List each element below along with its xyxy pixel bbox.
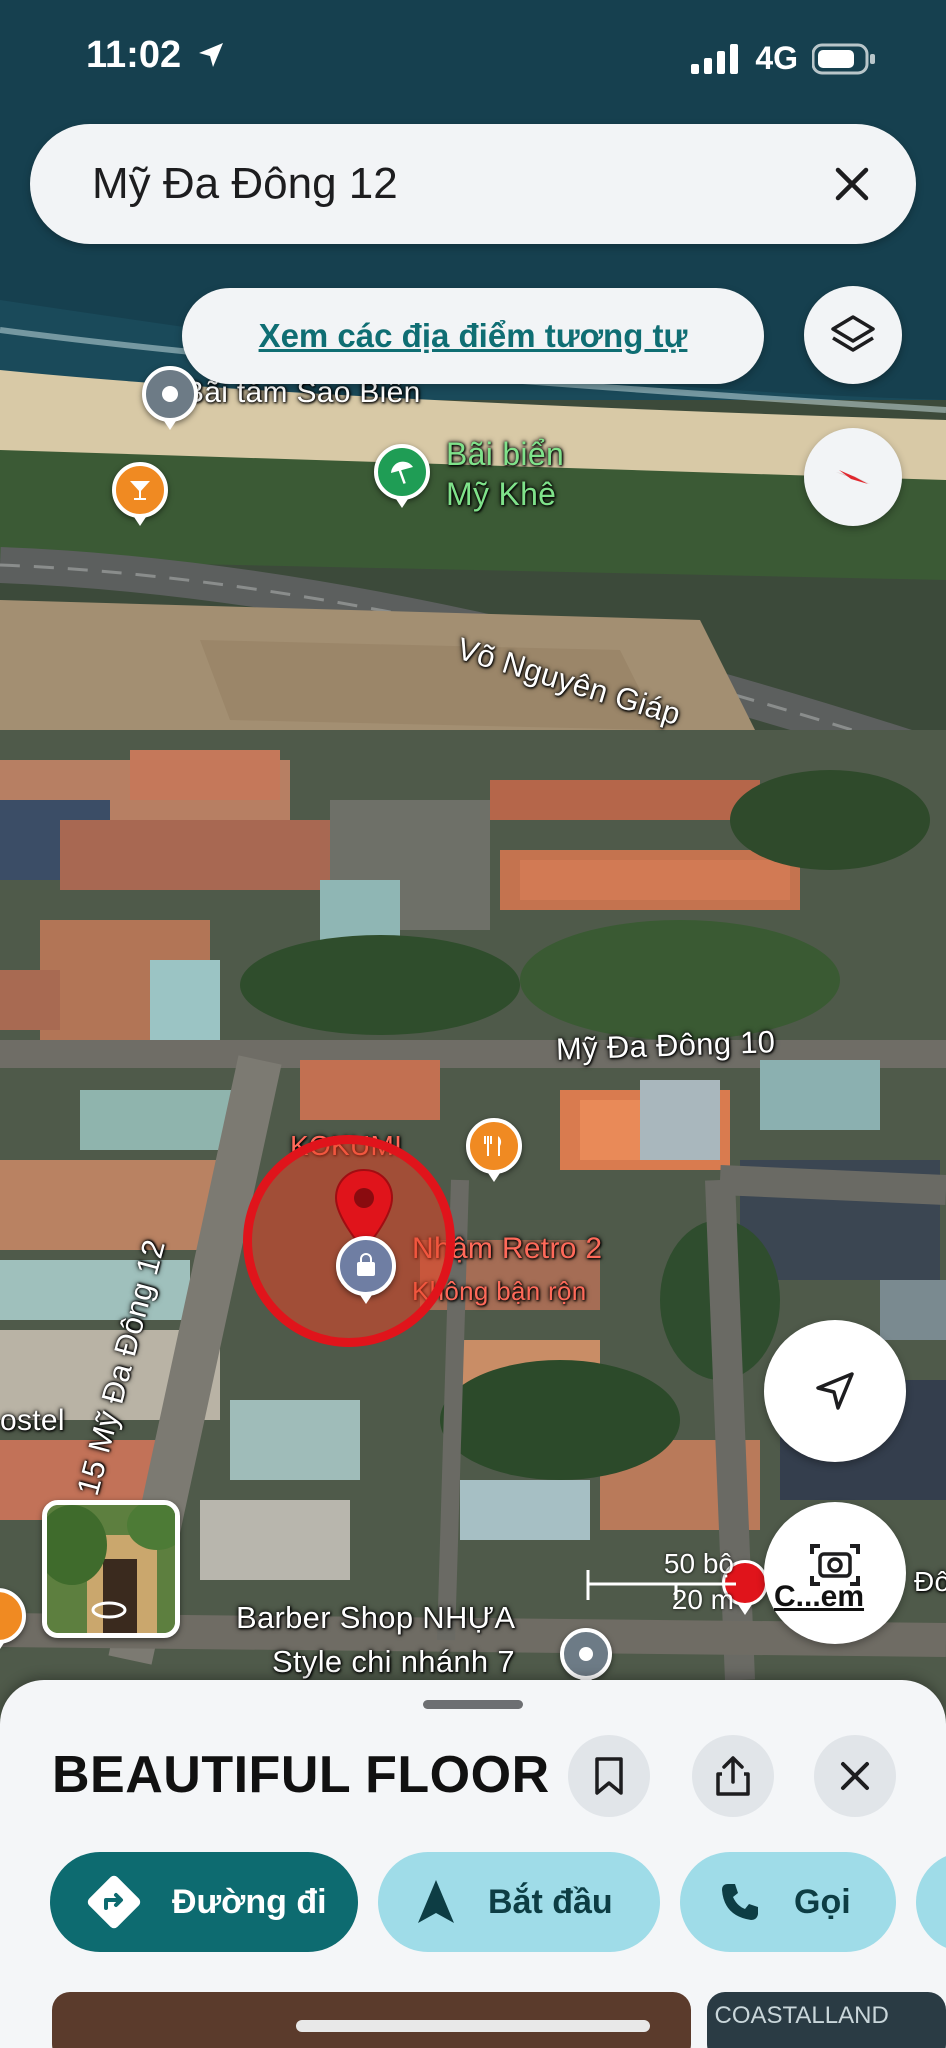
camera-search-label: C...em [774,1580,865,1613]
home-indicator[interactable] [296,2020,650,2032]
bookmark-icon [595,1757,623,1795]
share-button[interactable] [692,1735,774,1817]
call-label: Gọi [794,1882,851,1921]
close-sheet-button[interactable] [814,1735,896,1817]
clear-search-button[interactable] [822,154,882,214]
layers-button[interactable] [804,286,902,384]
more-actions-button[interactable] [916,1852,946,1952]
restaurant-pin-icon[interactable] [466,1118,522,1174]
map-label-barber-line2[interactable]: Style chi nhánh 7 [272,1644,515,1680]
bar-pin-icon[interactable] [112,462,168,518]
compass-icon [836,470,870,484]
share-icon [716,1756,750,1796]
camera-search-button[interactable]: C...em [764,1502,906,1644]
save-button[interactable] [568,1735,650,1817]
similar-places-label: Xem các địa điểm tương tự [258,317,688,354]
place-title: BEAUTIFUL FLOOR [52,1746,550,1804]
search-bar[interactable]: Mỹ Đa Đông 12 [30,124,916,244]
barber-pin-icon[interactable] [560,1628,612,1680]
map-label-don[interactable]: Đôn [914,1566,946,1598]
status-time-text: 11:02 [86,34,182,76]
navigation-arrow-icon [816,1372,854,1410]
navigation-start-icon [418,1880,454,1923]
road-label-my-da-dong-10: Mỹ Đa Đông 10 [555,1024,776,1067]
call-button[interactable]: Gọi [680,1852,896,1952]
start-label: Bắt đầu [488,1882,613,1921]
phone-icon [722,1884,758,1920]
compass-button[interactable] [804,428,902,526]
beach-umbrella-pin-icon[interactable] [374,444,430,500]
shopping-bag-pin-icon[interactable] [336,1236,396,1296]
place-photo-watermarked[interactable]: COASTALLAND [706,1992,946,2048]
map-label-bai-bien-line2: Mỹ Khê [446,476,557,512]
map-label-barber-line1[interactable]: Barber Shop NHỰA [236,1600,515,1636]
signal-icon [691,43,739,74]
directions-button[interactable]: Đường đi [50,1852,358,1952]
battery-icon [812,43,875,74]
close-icon [841,1762,869,1790]
photo-watermark: COASTALLAND [714,2002,889,2029]
layers-icon [831,315,875,352]
street-view-thumbnail[interactable] [42,1500,180,1638]
place-bottom-sheet[interactable]: BEAUTIFUL FLOOR Đường đi Bắt đầu Gọi COA… [0,1680,946,2048]
start-navigation-button[interactable]: Bắt đầu [378,1852,660,1952]
search-query[interactable]: Mỹ Đa Đông 12 [92,159,822,209]
map-label-hostel[interactable]: ostel [0,1404,65,1438]
my-location-button[interactable] [764,1320,906,1462]
map-label-bai-bien-line1: Bãi biển [446,436,565,472]
sheet-grab-handle[interactable] [423,1700,523,1709]
similar-places-button[interactable]: Xem các địa điểm tương tự [182,288,764,384]
close-icon [835,167,869,201]
rotate-360-icon [89,1598,129,1627]
beach-pin-icon[interactable] [142,366,198,422]
status-time: 11:02 [86,34,226,77]
directions-label: Đường đi [172,1882,327,1921]
map-scale: 50 bộ 20 m [586,1548,756,1618]
network-type: 4G [755,40,798,76]
location-arrow-icon [198,43,223,67]
status-bar: 11:02 4G [0,0,946,110]
map-label-bai-bien[interactable]: Bãi biển Mỹ Khê [446,434,564,514]
directions-icon [87,1875,141,1929]
